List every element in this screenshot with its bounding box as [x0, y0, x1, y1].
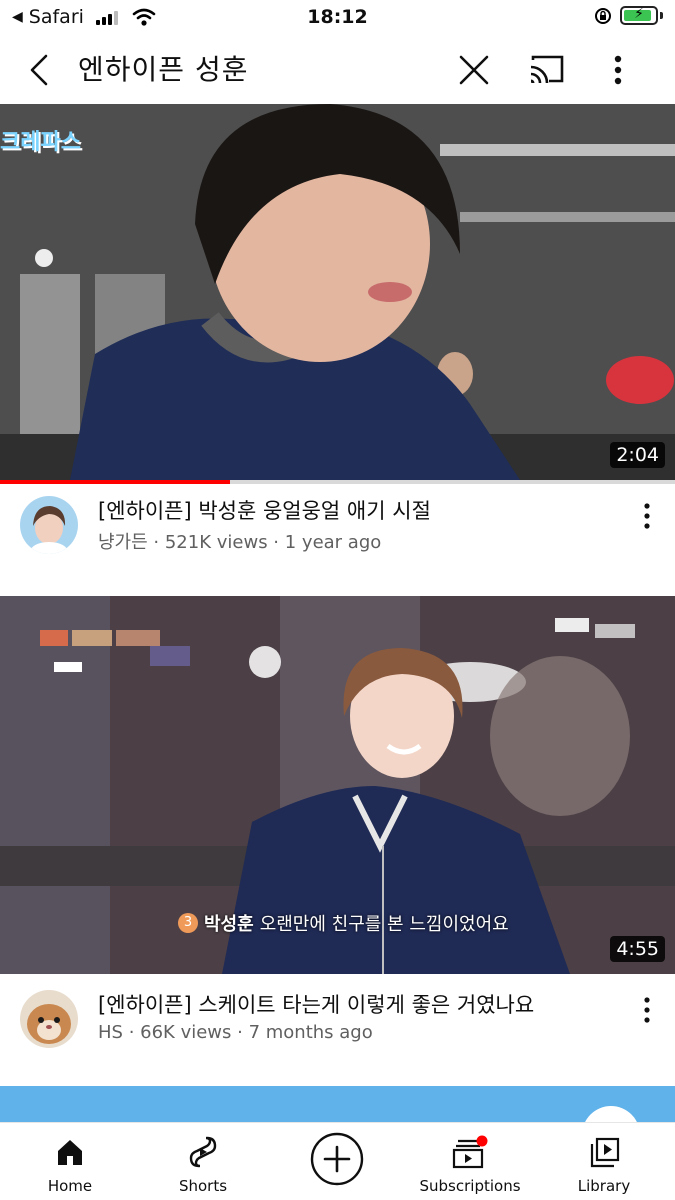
watch-progress-bar — [0, 480, 675, 484]
subtitle-number-badge: 3 — [178, 913, 198, 933]
avatar-image — [20, 496, 78, 554]
video-subline: HS · 66K views · 7 months ago — [98, 1022, 373, 1043]
avatar-image — [20, 990, 78, 1048]
nav-library-label: Library — [577, 1177, 631, 1195]
bottom-nav: Home Shorts Subscriptions Library — [0, 1122, 675, 1200]
upload-age: 1 year ago — [284, 532, 382, 553]
video-meta: [엔하이픈] 스케이트 타는게 이렇게 좋은 거였나요 HS · 66K vie… — [0, 982, 675, 1062]
video-menu-icon[interactable] — [636, 994, 658, 1026]
nav-home[interactable]: Home — [30, 1123, 110, 1200]
search-query[interactable]: 엔하이픈 성훈 — [78, 50, 248, 90]
video-thumbnail[interactable]: 3 박성훈 오랜만에 친구를 본 느낌이었어요 4:55 — [0, 596, 675, 974]
nav-shorts[interactable]: Shorts — [163, 1123, 243, 1200]
view-count: 66K views — [140, 1022, 232, 1043]
video-meta: [엔하이픈] 박성훈 웅얼웅얼 애기 시절 냥가든 · 521K views ·… — [0, 488, 675, 568]
upload-age: 7 months ago — [248, 1022, 373, 1043]
nav-create[interactable] — [297, 1123, 377, 1200]
status-right: ⚡ — [594, 6, 663, 25]
video-title[interactable]: [엔하이픈] 스케이트 타는게 이렇게 좋은 거였나요 — [98, 990, 618, 1020]
view-count: 521K views — [164, 532, 268, 553]
video-menu-icon[interactable] — [636, 500, 658, 532]
video-title[interactable]: [엔하이픈] 박성훈 웅얼웅얼 애기 시절 — [98, 496, 618, 526]
library-icon — [590, 1137, 620, 1168]
subtitle-speaker: 박성훈 — [204, 914, 254, 935]
channel-name[interactable]: 냥가든 — [98, 532, 148, 553]
subtitle-text: 오랜만에 친구를 본 느낌이었어요 — [259, 914, 509, 935]
nav-shorts-label: Shorts — [178, 1177, 228, 1195]
channel-name[interactable]: HS — [98, 1022, 123, 1043]
shorts-icon — [189, 1136, 217, 1168]
clear-search-icon[interactable] — [456, 50, 492, 90]
home-icon — [58, 1140, 82, 1165]
clock: 18:12 — [307, 6, 368, 28]
back-arrow-icon[interactable] — [22, 50, 58, 90]
watch-progress-fill — [0, 480, 230, 484]
battery-icon: ⚡ — [620, 6, 658, 25]
more-options-icon[interactable] — [604, 50, 632, 90]
channel-watermark: 크레파스 — [0, 130, 81, 155]
rotation-lock-icon — [595, 7, 611, 24]
video-thumbnail[interactable]: 크레파스 2:04 — [0, 104, 675, 480]
separator: · — [122, 1022, 141, 1043]
nav-subscriptions[interactable]: Subscriptions — [419, 1123, 521, 1200]
battery-tip — [660, 12, 663, 19]
separator: · — [147, 532, 165, 553]
thumbnail-image — [0, 104, 675, 480]
nav-subscriptions-label: Subscriptions — [419, 1177, 521, 1195]
nav-home-label: Home — [47, 1177, 93, 1195]
cast-icon[interactable] — [527, 52, 567, 88]
video-duration: 2:04 — [610, 442, 665, 468]
next-video-thumbnail[interactable] — [0, 1086, 675, 1126]
status-bar: ◀ Safari 18:12 ⚡ — [0, 0, 675, 36]
subscriptions-icon — [452, 1135, 488, 1169]
create-plus-icon — [310, 1132, 364, 1186]
video-subtitle: 3 박성훈 오랜만에 친구를 본 느낌이었어요 — [178, 910, 509, 936]
channel-avatar[interactable] — [20, 990, 78, 1048]
video-subline: 냥가든 · 521K views · 1 year ago — [98, 528, 381, 554]
search-header: 엔하이픈 성훈 — [0, 36, 675, 104]
channel-avatar[interactable] — [20, 496, 78, 554]
separator: · — [267, 532, 285, 553]
nav-library[interactable]: Library — [564, 1123, 644, 1200]
separator: · — [231, 1022, 249, 1043]
video-duration: 4:55 — [610, 936, 665, 962]
